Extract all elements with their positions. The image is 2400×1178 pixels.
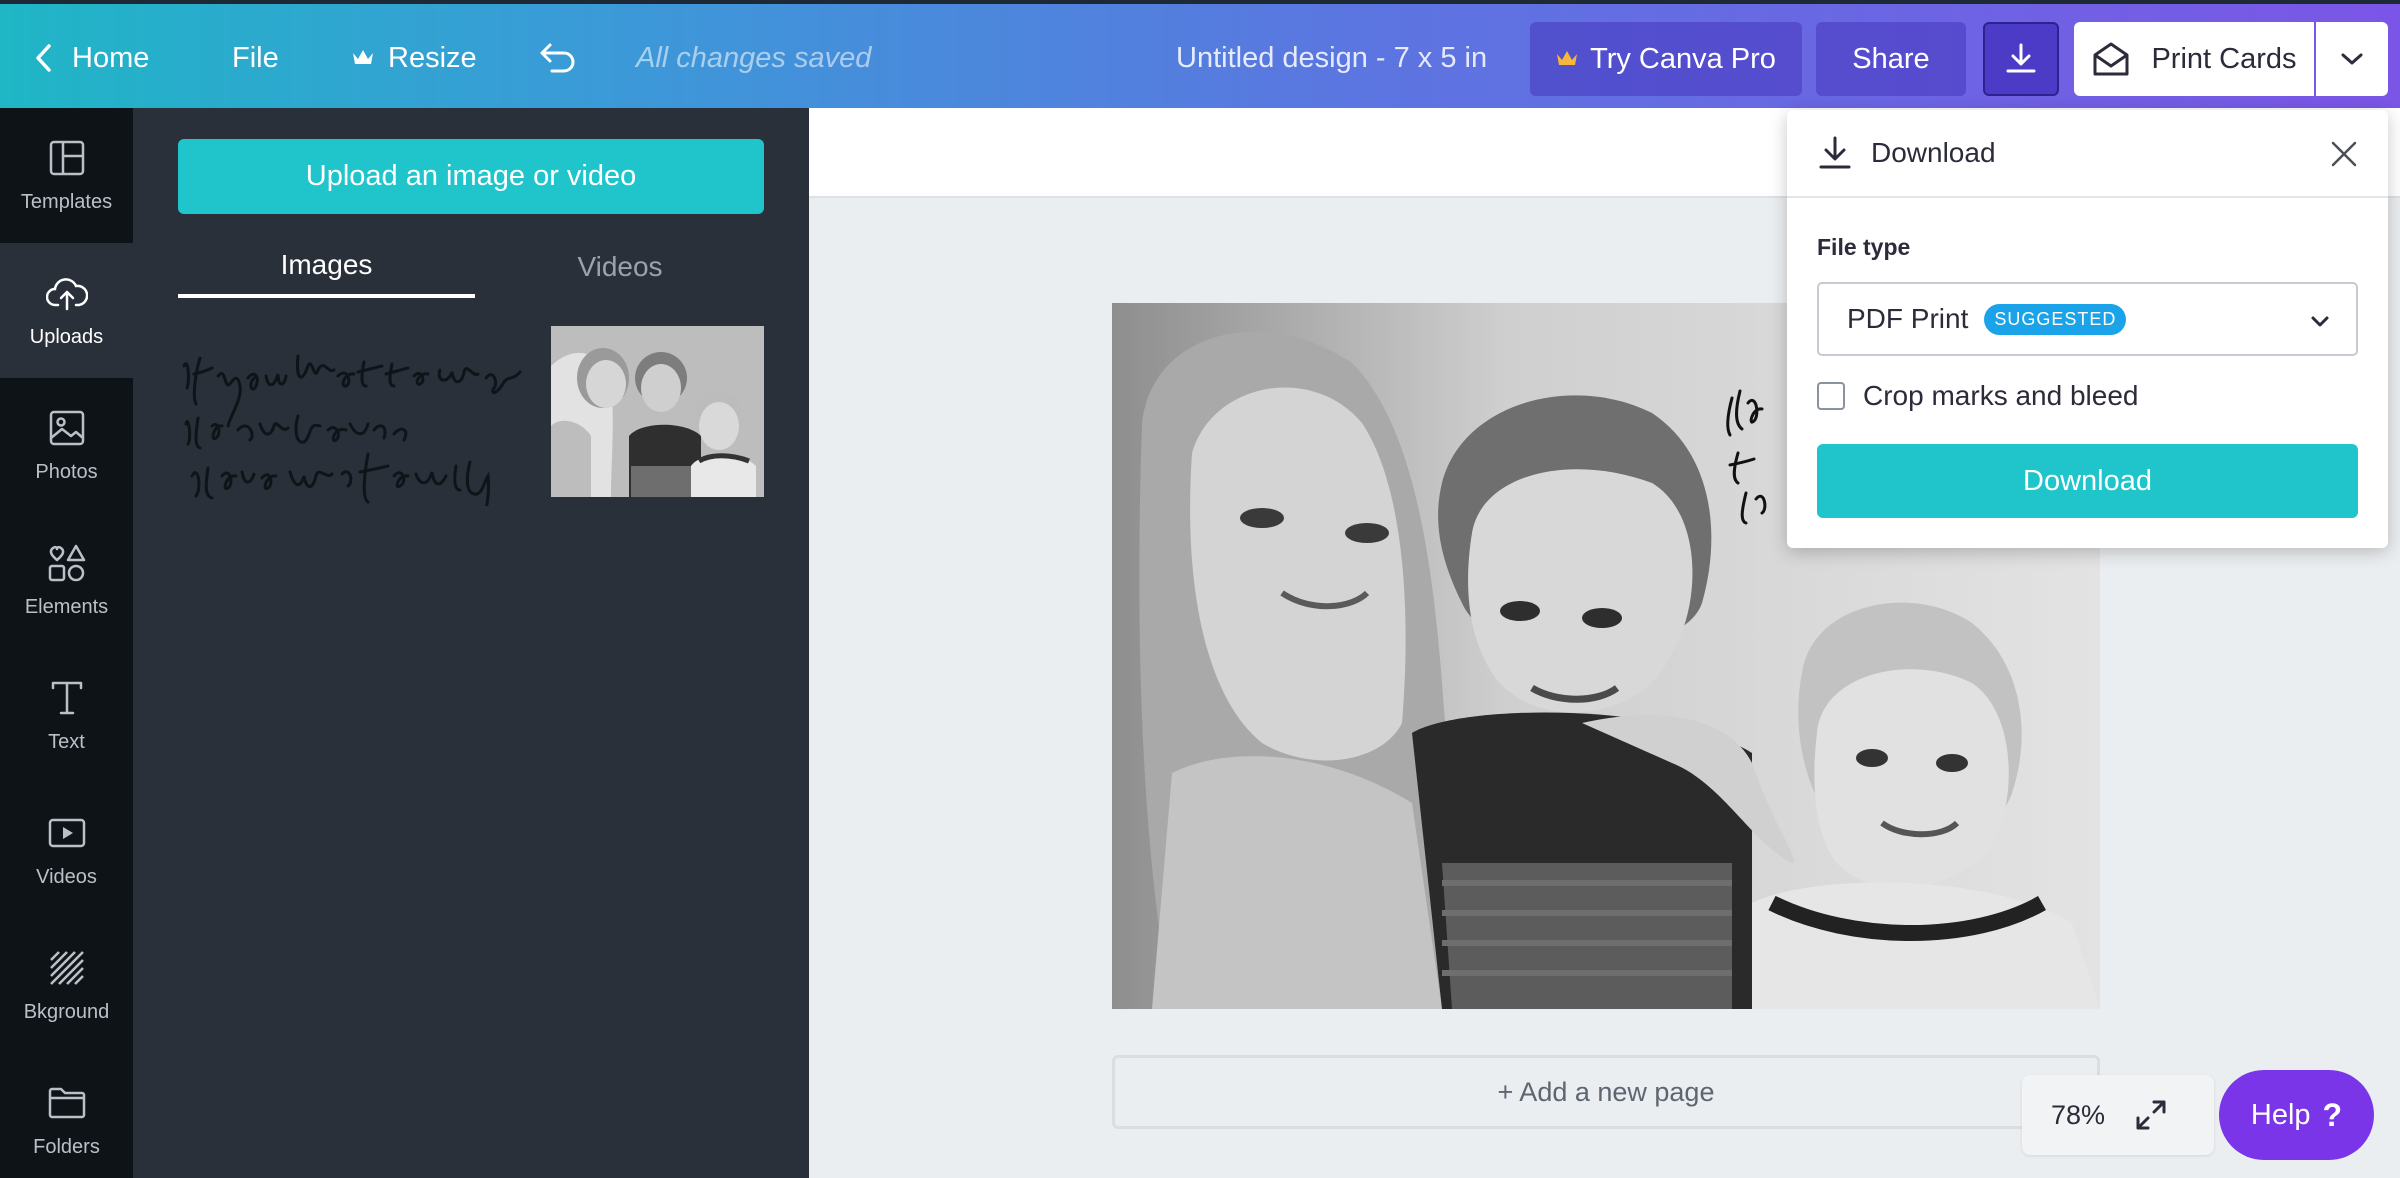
print-options-dropdown[interactable] bbox=[2316, 22, 2388, 96]
download-popover: Download File type PDF Print SUGGESTED C… bbox=[1787, 110, 2388, 548]
close-icon bbox=[2331, 141, 2357, 167]
fullscreen-button[interactable] bbox=[2134, 1098, 2168, 1132]
file-type-label: File type bbox=[1817, 234, 1911, 260]
download-button[interactable]: Download bbox=[1817, 444, 2358, 518]
rail-item-folders[interactable]: Folders bbox=[0, 1053, 133, 1178]
rail-item-photos[interactable]: Photos bbox=[0, 378, 133, 513]
rail-label: Elements bbox=[24, 596, 109, 618]
download-toolbar-button[interactable] bbox=[1983, 22, 2059, 96]
text-icon bbox=[46, 677, 88, 719]
rail-label: Bkground bbox=[23, 1001, 110, 1023]
rail-label: Uploads bbox=[29, 326, 104, 348]
undo-icon bbox=[540, 43, 575, 73]
uploads-panel: Upload an image or video Images Videos bbox=[133, 108, 809, 1178]
home-button[interactable]: Home bbox=[34, 8, 149, 108]
rail-item-templates[interactable]: Templates bbox=[0, 108, 133, 243]
shapes-icon bbox=[46, 542, 88, 584]
resize-button[interactable]: Resize bbox=[352, 8, 477, 108]
crown-icon bbox=[353, 50, 373, 64]
upload-cloud-icon bbox=[45, 272, 88, 314]
chevron-left-icon bbox=[36, 44, 51, 72]
upload-media-button[interactable]: Upload an image or video bbox=[178, 139, 764, 214]
video-icon bbox=[46, 812, 88, 854]
expand-icon bbox=[2136, 1100, 2166, 1130]
suggested-badge: SUGGESTED bbox=[1984, 303, 2127, 335]
help-label: Help bbox=[2250, 1098, 2311, 1131]
save-status: All changes saved bbox=[636, 41, 872, 74]
file-type-select[interactable]: PDF Print SUGGESTED bbox=[1817, 282, 2358, 356]
zoom-control: 78% bbox=[2022, 1075, 2214, 1155]
crop-marks-option[interactable]: Crop marks and bleed bbox=[1817, 376, 2138, 416]
close-popover-button[interactable] bbox=[2330, 140, 2358, 173]
app-root: Home File Resize All changes saved Untit… bbox=[0, 0, 2400, 1178]
chevron-down-icon bbox=[2341, 53, 2363, 65]
envelope-icon bbox=[2093, 42, 2129, 76]
file-menu-button[interactable]: File bbox=[232, 8, 279, 108]
file-label: File bbox=[232, 41, 279, 74]
file-type-value: PDF Print bbox=[1847, 303, 1969, 334]
templates-icon bbox=[46, 137, 88, 179]
uploaded-script-image[interactable] bbox=[178, 326, 538, 526]
rail-item-background[interactable]: Bkground bbox=[0, 918, 133, 1053]
rail-item-elements[interactable]: Elements bbox=[0, 513, 133, 648]
tab-videos[interactable]: Videos bbox=[475, 236, 765, 298]
rail-item-text[interactable]: Text bbox=[0, 648, 133, 783]
rail-label: Photos bbox=[35, 461, 98, 483]
crown-icon bbox=[1557, 51, 1578, 65]
tab-images[interactable]: Images bbox=[178, 236, 475, 298]
left-rail: Templates Uploads Photos Elements Text V… bbox=[0, 108, 133, 1178]
top-bar: Home File Resize All changes saved Untit… bbox=[0, 0, 2400, 108]
download-icon bbox=[1819, 136, 1851, 169]
try-canva-pro-button[interactable]: Try Canva Pro bbox=[1530, 22, 1802, 96]
download-icon bbox=[2006, 43, 2036, 73]
print-cards-button[interactable]: Print Cards bbox=[2074, 22, 2314, 96]
photo-icon bbox=[46, 407, 88, 449]
crop-marks-label: Crop marks and bleed bbox=[1863, 380, 2139, 411]
rail-label: Templates bbox=[20, 191, 113, 213]
home-label: Home bbox=[72, 41, 150, 74]
try-pro-label: Try Canva Pro bbox=[1590, 42, 1776, 75]
rail-label: Text bbox=[48, 731, 85, 753]
document-title[interactable]: Untitled design - 7 x 5 in bbox=[1176, 8, 1487, 108]
background-icon bbox=[46, 947, 88, 989]
uploaded-photo-thumbnail[interactable] bbox=[551, 326, 764, 497]
download-popover-header: Download bbox=[1787, 110, 2388, 198]
undo-button[interactable] bbox=[538, 8, 578, 108]
rail-label: Videos bbox=[36, 866, 97, 888]
help-button[interactable]: Help ? bbox=[2219, 1070, 2374, 1160]
resize-label: Resize bbox=[388, 41, 477, 74]
folder-icon bbox=[46, 1082, 88, 1124]
add-new-page-button[interactable]: + Add a new page bbox=[1112, 1055, 2100, 1129]
print-cards-label: Print Cards bbox=[2151, 42, 2297, 75]
share-label: Share bbox=[1852, 42, 1930, 75]
share-button[interactable]: Share bbox=[1816, 22, 1966, 96]
rail-item-videos[interactable]: Videos bbox=[0, 783, 133, 918]
download-popover-title: Download bbox=[1871, 137, 1996, 168]
crop-marks-checkbox[interactable] bbox=[1817, 382, 1845, 410]
rail-item-uploads[interactable]: Uploads bbox=[0, 243, 133, 378]
help-question-icon: ? bbox=[2322, 1096, 2343, 1133]
rail-label: Folders bbox=[33, 1136, 100, 1158]
chevron-down-icon bbox=[2308, 308, 2332, 340]
zoom-level[interactable]: 78% bbox=[2022, 1100, 2134, 1131]
